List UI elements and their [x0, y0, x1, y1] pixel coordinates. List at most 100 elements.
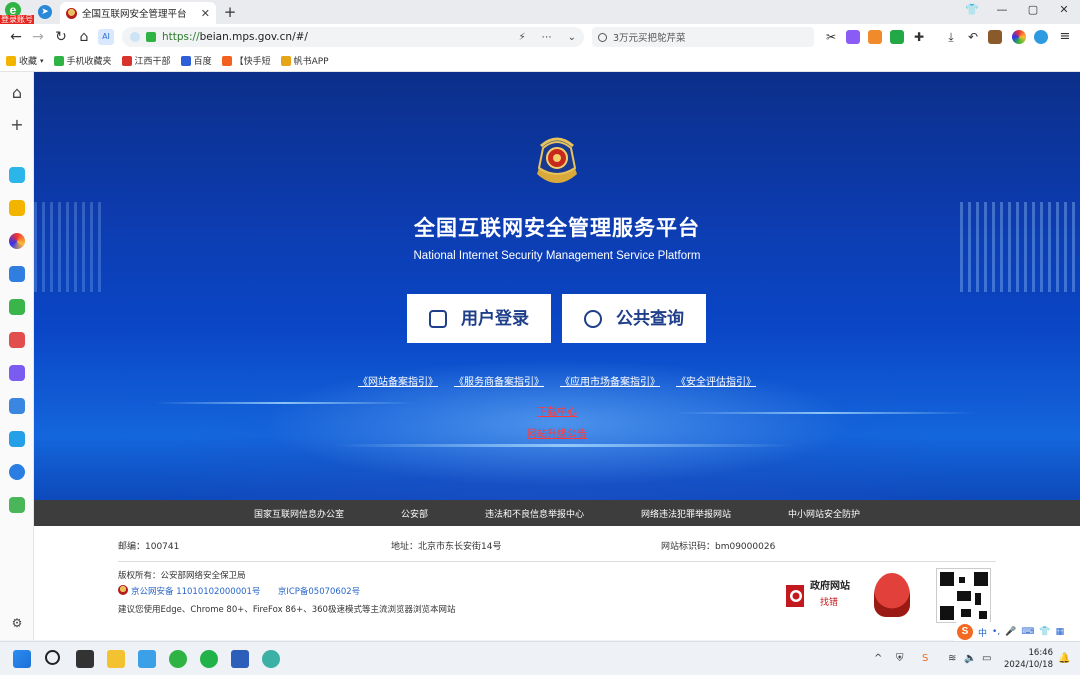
provider-filing-guide-link[interactable]: 《服务商备案指引》 — [454, 373, 544, 388]
page-title: 全国互联网安全管理服务平台 — [414, 216, 700, 240]
bookmark-favorites[interactable]: 收藏 ▾ — [6, 54, 44, 67]
new-tab-button[interactable]: + — [222, 3, 238, 21]
scissors-icon[interactable]: ✂ — [824, 30, 838, 44]
party-government-seal-icon[interactable] — [874, 573, 910, 617]
windows-start-icon[interactable] — [13, 650, 31, 668]
bookmark-mobile[interactable]: 手机收藏夹 — [53, 54, 112, 67]
reload-icon[interactable]: ↻ — [53, 29, 69, 45]
tab-close-icon[interactable]: ✕ — [201, 7, 210, 20]
bookmark-kuaishou[interactable]: 【快手短 — [221, 54, 271, 67]
security-shield-icon[interactable]: ⛨ — [896, 653, 904, 664]
skin-icon[interactable]: 👕 — [1039, 627, 1050, 637]
translate-icon[interactable] — [9, 464, 25, 480]
telegram-tab-icon[interactable]: ➤ — [38, 5, 52, 19]
pdf-icon[interactable] — [9, 332, 25, 348]
wifi-icon[interactable]: ≋ — [948, 653, 956, 664]
undo-icon[interactable]: ↶ — [966, 30, 980, 44]
extension-purple-icon[interactable] — [846, 30, 860, 44]
forward-icon[interactable]: → — [30, 29, 46, 45]
more-options-icon[interactable]: ⋯ — [542, 32, 552, 43]
sidebar-app-icon[interactable] — [9, 167, 25, 183]
user-login-button[interactable]: 用户登录 — [407, 294, 551, 343]
download-center-link[interactable]: 下载中心 — [34, 403, 1080, 418]
app-market-filing-guide-link[interactable]: 《应用市场备案指引》 — [560, 373, 660, 388]
extension-game-icon[interactable] — [868, 30, 882, 44]
back-icon[interactable]: ← — [8, 29, 24, 45]
site-info-icon[interactable] — [130, 32, 140, 42]
menu-icon[interactable]: ≡ — [1058, 30, 1072, 44]
volume-icon[interactable]: 🔈 — [964, 653, 976, 664]
chevron-down-icon[interactable]: ⌄ — [568, 32, 576, 43]
image-icon[interactable] — [9, 299, 25, 315]
secure-lock-icon[interactable] — [146, 32, 156, 42]
ime-mode-label[interactable]: 中 — [978, 626, 987, 639]
footer-link-mps[interactable]: 公安部 — [401, 507, 428, 520]
home-icon[interactable]: ⌂ — [76, 29, 92, 45]
apps-grid-icon[interactable] — [9, 497, 25, 513]
gov-site-subtitle: 找错 — [820, 598, 839, 608]
footer-link-cac[interactable]: 国家互联网信息办公室 — [254, 507, 344, 520]
public-query-button[interactable]: 公共查询 — [562, 294, 706, 343]
footer-divider — [118, 561, 996, 562]
bookmark-baidu[interactable]: 百度 — [180, 54, 212, 67]
window-maximize-button[interactable]: ▢ — [1023, 3, 1043, 16]
ai-icon[interactable]: AI — [98, 29, 114, 45]
notification-bell-icon[interactable]: 🔔 — [1058, 653, 1070, 664]
footer-link-site-protection[interactable]: 中小网站安全防护 — [788, 507, 860, 520]
address-bar[interactable]: https://beian.mps.gov.cn/#/ ⚡ ⋯ ⌄ — [122, 27, 584, 47]
window-minimize-button[interactable]: — — [992, 3, 1012, 16]
doc-icon[interactable] — [9, 431, 25, 447]
icp-record-link[interactable]: 京ICP备05070602号 — [278, 587, 360, 597]
website-filing-guide-link[interactable]: 《网站备案指引》 — [358, 373, 438, 388]
settings-gear-icon[interactable]: ⚙ — [8, 614, 26, 632]
chevron-up-icon[interactable]: ^ — [874, 653, 882, 664]
site-upgrade-notice-link[interactable]: 网站升级公告 — [34, 425, 1080, 440]
footer-link-report-center[interactable]: 违法和不良信息举报中心 — [485, 507, 584, 520]
footer-link-cybercrime-report[interactable]: 网络违法犯罪举报网站 — [641, 507, 731, 520]
search-icon[interactable] — [45, 650, 60, 665]
add-icon[interactable]: + — [8, 116, 26, 134]
task-view-icon[interactable] — [76, 650, 94, 668]
browser-extension-icon[interactable] — [1034, 30, 1048, 44]
punctuation-icon[interactable]: •, — [992, 627, 1000, 637]
search-input[interactable]: 3万元买把鸵芹菜 — [592, 27, 814, 47]
notes-icon[interactable] — [9, 398, 25, 414]
address-url[interactable]: https://beian.mps.gov.cn/#/ — [162, 31, 503, 43]
snipping-tool-icon[interactable] — [138, 650, 156, 668]
window-close-button[interactable]: ✕ — [1054, 3, 1074, 16]
system-clock[interactable]: 16:46 2024/10/18 — [1001, 647, 1053, 671]
wechat-icon[interactable] — [200, 650, 218, 668]
shirt-skin-icon[interactable]: 👕 — [962, 3, 982, 16]
ai-assistant-icon[interactable] — [9, 233, 25, 249]
bookmark-fanshu[interactable]: 帆书APP — [280, 54, 329, 67]
home-icon[interactable]: ⌂ — [8, 84, 26, 102]
puzzle-extensions-icon[interactable]: ✚ — [912, 30, 926, 44]
app-account-badge[interactable]: e 登录账号 — [0, 2, 34, 25]
bookmark-jiangxi[interactable]: 江西干部 — [121, 54, 171, 67]
microphone-icon[interactable]: 🎤 — [1005, 627, 1016, 637]
active-tab[interactable]: 全国互联网安全管理平台 ✕ — [60, 2, 216, 24]
browser-taskbar-icon[interactable] — [169, 650, 187, 668]
gov-site-error-report-logo[interactable]: 政府网站 找错 — [784, 579, 854, 615]
briefcase-icon[interactable] — [988, 30, 1002, 44]
ai-icon[interactable] — [9, 266, 25, 282]
star-icon[interactable] — [9, 200, 25, 216]
keyboard-icon[interactable]: ⌨ — [1021, 627, 1034, 637]
light-streak — [334, 444, 794, 447]
police-record-link[interactable]: 京公网安备 11010102000001号 — [131, 587, 260, 597]
video-icon[interactable] — [9, 365, 25, 381]
word-icon[interactable] — [231, 650, 249, 668]
lightning-icon[interactable]: ⚡ — [519, 32, 526, 43]
security-assessment-guide-link[interactable]: 《安全评估指引》 — [676, 373, 756, 388]
battery-icon[interactable]: ▭ — [982, 653, 991, 664]
toolbox-grid-icon[interactable]: ▦ — [1056, 627, 1065, 637]
sogou-tray-icon[interactable]: S — [922, 653, 928, 664]
download-icon[interactable]: ⤓ — [944, 30, 958, 44]
globe-app-icon[interactable] — [262, 650, 280, 668]
colorful-extension-icon[interactable] — [1012, 30, 1026, 44]
extension-wechat-icon[interactable] — [890, 30, 904, 44]
guide-links: 《网站备案指引》 《服务商备案指引》 《应用市场备案指引》 《安全评估指引》 — [34, 373, 1080, 388]
sogou-ime-toolbar[interactable]: S 中 •, 🎤 ⌨ 👕 ▦ — [954, 622, 1080, 642]
file-explorer-icon[interactable] — [107, 650, 125, 668]
bookmark-label: 【快手短 — [234, 57, 271, 67]
